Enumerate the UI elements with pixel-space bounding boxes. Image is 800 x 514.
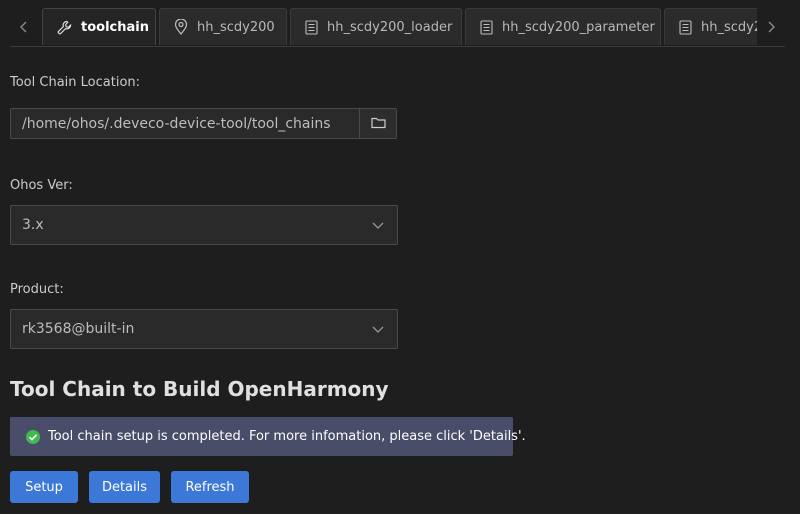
setup-button[interactable]: Setup [10, 471, 78, 503]
tab-list: toolchain hh_scdy200 hh_scdy200_loader h… [42, 8, 785, 46]
ohos-ver-label: Ohos Ver: [10, 178, 73, 193]
wrench-icon [57, 19, 72, 35]
refresh-button[interactable]: Refresh [171, 471, 249, 503]
product-label: Product: [10, 282, 64, 297]
toolchain-page: toolchain hh_scdy200 hh_scdy200_loader h… [0, 0, 800, 514]
status-notice: Tool chain setup is completed. For more … [10, 417, 526, 456]
tab-label: hh_scdy200_loader [327, 19, 453, 35]
ohos-ver-value: 3.x [22, 217, 44, 233]
toolchain-location-input[interactable]: /home/ohos/.deveco-device-tool/tool_chai… [10, 108, 360, 139]
ohos-ver-select[interactable]: 3.x [10, 205, 398, 245]
toolchain-location-label: Tool Chain Location: [10, 75, 141, 90]
document-icon [679, 19, 692, 35]
document-icon [305, 19, 318, 35]
chevron-down-icon [371, 218, 385, 232]
browse-folder-button[interactable] [359, 108, 397, 139]
chevron-down-icon [371, 322, 385, 336]
tab-hh-scdy200-parameter[interactable]: hh_scdy200_parameter [465, 8, 661, 45]
section-title: Tool Chain to Build OpenHarmony [10, 377, 389, 401]
product-select[interactable]: rk3568@built-in [10, 309, 398, 349]
check-circle-icon [25, 429, 41, 445]
folder-icon [370, 114, 386, 133]
location-pin-icon [174, 19, 188, 35]
toolchain-location-value: /home/ohos/.deveco-device-tool/tool_chai… [22, 115, 331, 132]
chevron-right-icon[interactable] [757, 8, 785, 46]
tab-label: hh_scdy200 [197, 19, 275, 35]
tab-hh-scdy200-loader[interactable]: hh_scdy200_loader [290, 8, 462, 45]
chevron-left-icon[interactable] [10, 8, 38, 46]
tab-strip: toolchain hh_scdy200 hh_scdy200_loader h… [10, 8, 785, 47]
tab-toolchain[interactable]: toolchain [42, 8, 156, 45]
document-icon [480, 19, 493, 35]
product-value: rk3568@built-in [22, 321, 135, 337]
details-button[interactable]: Details [89, 471, 160, 503]
tab-label: hh_scdy200_parameter [502, 19, 655, 35]
tab-label: toolchain [81, 19, 149, 35]
notice-text: Tool chain setup is completed. For more … [48, 429, 526, 444]
tab-hh-scdy200[interactable]: hh_scdy200 [159, 8, 287, 45]
